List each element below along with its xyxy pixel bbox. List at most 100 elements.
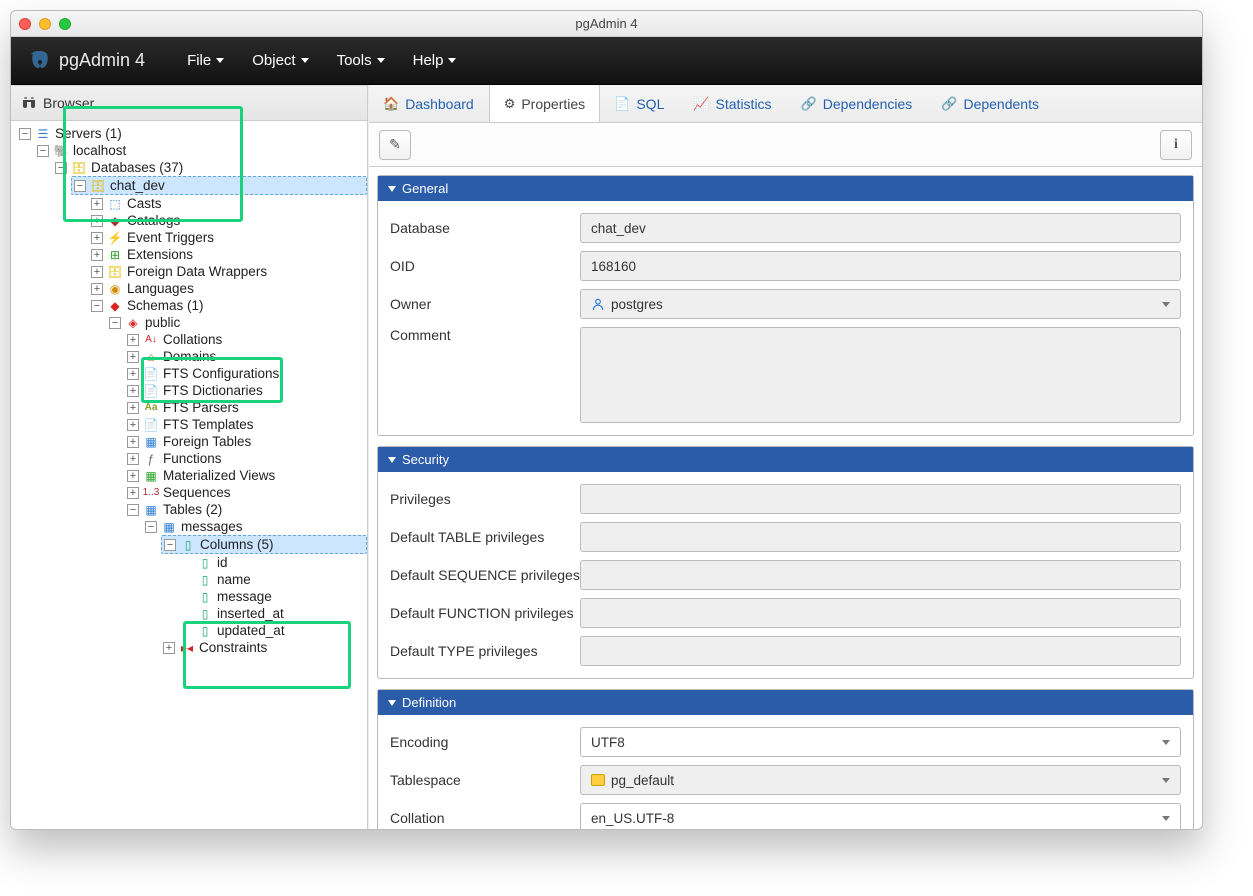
expand-icon[interactable]: + <box>127 487 139 499</box>
tree-col-inserted-label: inserted_at <box>217 606 284 621</box>
tree-col-inserted[interactable]: ▯inserted_at <box>179 605 367 622</box>
panel-general-header[interactable]: General <box>378 176 1193 201</box>
value-owner[interactable]: postgres <box>580 289 1181 319</box>
tree-catalogs-label: Catalogs <box>127 213 180 228</box>
tree-fts-parsers[interactable]: +AaFTS Parsers <box>125 399 367 416</box>
brand-text: pgAdmin 4 <box>59 50 145 71</box>
tree-languages[interactable]: +◉Languages <box>89 280 367 297</box>
tree-col-updated[interactable]: ▯updated_at <box>179 622 367 639</box>
tab-properties-label: Properties <box>521 96 585 112</box>
tree-extensions[interactable]: +⊞Extensions <box>89 246 367 263</box>
collapse-icon[interactable]: − <box>19 128 31 140</box>
trigger-icon: ⚡ <box>107 231 123 245</box>
tree-public[interactable]: −◈public <box>107 314 367 331</box>
tab-dashboard[interactable]: 🏠Dashboard <box>369 85 489 122</box>
tree-tables-label: Tables (2) <box>163 502 222 517</box>
expand-icon[interactable]: + <box>127 419 139 431</box>
tree[interactable]: −☰Servers (1) −🐘localhost −🗄Databases (3… <box>11 121 367 829</box>
tab-properties[interactable]: ⚙Properties <box>489 85 600 122</box>
tree-fts-templates[interactable]: +📄FTS Templates <box>125 416 367 433</box>
tree-languages-label: Languages <box>127 281 194 296</box>
expand-icon[interactable]: + <box>91 283 103 295</box>
tree-tables[interactable]: −▦Tables (2) <box>125 501 367 518</box>
collapse-icon[interactable]: − <box>145 521 157 533</box>
expand-icon[interactable]: + <box>127 436 139 448</box>
tree-servers[interactable]: −☰Servers (1) <box>17 125 367 142</box>
tab-dependencies[interactable]: 🔗Dependencies <box>787 85 928 122</box>
tree-col-message[interactable]: ▯message <box>179 588 367 605</box>
tree-domains-label: Domains <box>163 349 216 364</box>
tree-collations[interactable]: +A↓Collations <box>125 331 367 348</box>
collapse-icon[interactable]: − <box>109 317 121 329</box>
menu-help[interactable]: Help <box>399 52 471 69</box>
tree-mat-views[interactable]: +▦Materialized Views <box>125 467 367 484</box>
value-tablespace[interactable]: pg_default <box>580 765 1181 795</box>
table-icon: ▦ <box>161 520 177 534</box>
tree-catalogs[interactable]: +◆Catalogs <box>89 212 367 229</box>
tree-sequences[interactable]: +1..3Sequences <box>125 484 367 501</box>
value-encoding[interactable]: UTF8 <box>580 727 1181 757</box>
expand-icon[interactable]: + <box>127 470 139 482</box>
chevron-down-icon <box>448 58 456 63</box>
info-button[interactable]: i <box>1160 130 1192 160</box>
menu-tools[interactable]: Tools <box>323 52 399 69</box>
tree-constraints[interactable]: +▸◂Constraints <box>161 639 367 656</box>
tree-functions[interactable]: +ƒFunctions <box>125 450 367 467</box>
properties-panels[interactable]: General Database chat_dev OID 168160 Own… <box>369 167 1202 829</box>
tree-columns[interactable]: −▯Columns (5) <box>161 535 367 554</box>
fts-parsers-icon: Aa <box>143 401 159 415</box>
collapse-icon[interactable]: − <box>127 504 139 516</box>
pencil-icon: ✎ <box>389 136 401 153</box>
collapse-icon[interactable]: − <box>74 180 86 192</box>
mat-views-icon: ▦ <box>143 469 159 483</box>
expand-icon[interactable]: + <box>91 198 103 210</box>
tree-chat-dev[interactable]: −🗄chat_dev <box>71 176 367 195</box>
expand-icon[interactable]: + <box>127 453 139 465</box>
tab-statistics[interactable]: 📈Statistics <box>679 85 786 122</box>
tree-fdw[interactable]: +🗄Foreign Data Wrappers <box>89 263 367 280</box>
expand-icon[interactable]: + <box>163 642 175 654</box>
collapse-icon[interactable]: − <box>37 145 49 157</box>
tree-domains[interactable]: +⌂Domains <box>125 348 367 365</box>
edit-button[interactable]: ✎ <box>379 130 411 160</box>
tree-schemas[interactable]: −◆Schemas (1) <box>89 297 367 314</box>
panel-definition-header[interactable]: Definition <box>378 690 1193 715</box>
tree-foreign-tables[interactable]: +▦Foreign Tables <box>125 433 367 450</box>
tree-servers-label: Servers (1) <box>55 126 122 141</box>
menu-object[interactable]: Object <box>238 52 322 69</box>
tree-localhost[interactable]: −🐘localhost <box>35 142 367 159</box>
panel-security-header[interactable]: Security <box>378 447 1193 472</box>
tree-messages[interactable]: −▦messages <box>143 518 367 535</box>
menu-file[interactable]: File <box>173 52 238 69</box>
tab-sql[interactable]: 📄SQL <box>600 85 679 122</box>
expand-icon[interactable]: + <box>91 249 103 261</box>
expand-icon[interactable]: + <box>127 334 139 346</box>
tree-fts-conf[interactable]: +📄FTS Configurations <box>125 365 367 382</box>
tree-col-name[interactable]: ▯name <box>179 571 367 588</box>
tree-fts-dict[interactable]: +📄FTS Dictionaries <box>125 382 367 399</box>
expand-icon[interactable]: + <box>127 385 139 397</box>
tree-casts-label: Casts <box>127 196 162 211</box>
collapse-icon[interactable]: − <box>91 300 103 312</box>
tree-event-triggers[interactable]: +⚡Event Triggers <box>89 229 367 246</box>
tree-databases[interactable]: −🗄Databases (37) <box>53 159 367 176</box>
expand-icon[interactable]: + <box>91 266 103 278</box>
expand-icon[interactable]: + <box>127 351 139 363</box>
tree-col-updated-label: updated_at <box>217 623 285 638</box>
tree-columns-label: Columns (5) <box>200 537 274 552</box>
panel-definition-title: Definition <box>402 695 456 710</box>
tab-dependents-label: Dependents <box>963 96 1039 112</box>
expand-icon[interactable]: + <box>127 402 139 414</box>
tree-public-label: public <box>145 315 180 330</box>
tree-fts-conf-label: FTS Configurations <box>163 366 279 381</box>
tab-dependents[interactable]: 🔗 Dependents <box>927 85 1054 122</box>
tree-casts[interactable]: +⬚Casts <box>89 195 367 212</box>
expand-icon[interactable]: + <box>91 215 103 227</box>
expand-icon[interactable]: + <box>127 368 139 380</box>
value-collation[interactable]: en_US.UTF-8 <box>580 803 1181 829</box>
collapse-icon[interactable]: − <box>55 162 67 174</box>
collapse-icon[interactable]: − <box>164 539 176 551</box>
tree-col-id[interactable]: ▯id <box>179 554 367 571</box>
depts-icon: 🔗 <box>941 96 957 112</box>
expand-icon[interactable]: + <box>91 232 103 244</box>
